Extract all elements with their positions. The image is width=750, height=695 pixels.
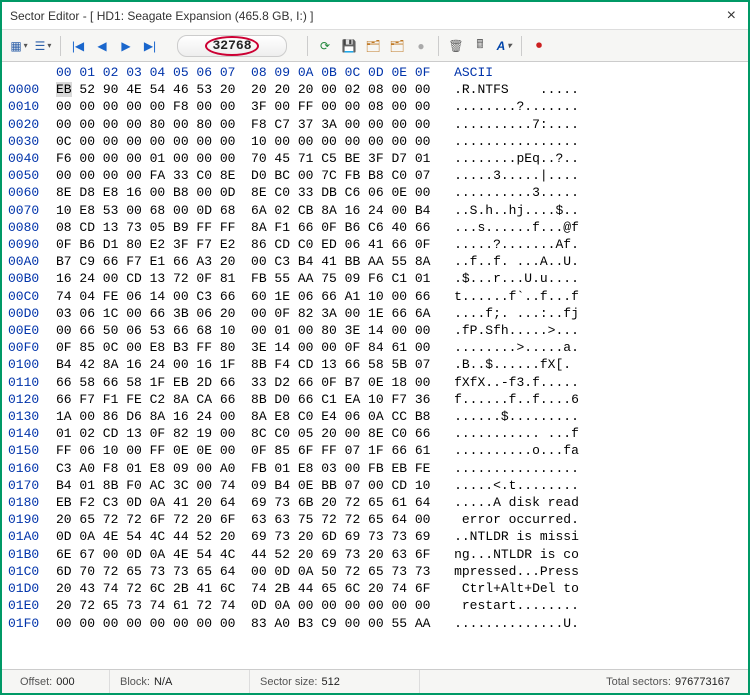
status-offset: Offset: 000 (10, 670, 110, 693)
hex-row: 019020 65 72 72 6F 72 20 6F 63 63 75 72 … (8, 511, 742, 528)
disk-b-button[interactable]: 🗂 (386, 35, 408, 57)
hex-row: 0160C3 A0 F8 01 E8 09 00 A0 FB 01 E8 03 … (8, 460, 742, 477)
last-sector-button[interactable]: ▶| (139, 35, 161, 57)
hex-row: 005000 00 00 00 FA 33 C0 8E D0 BC 00 7C … (8, 167, 742, 184)
status-bar: Offset: 000 Block: N/A Sector size: 512 … (2, 669, 748, 693)
status-sector-size: Sector size: 512 (250, 670, 420, 693)
hex-row: 00B016 24 00 CD 13 72 0F 81 FB 55 AA 75 … (8, 270, 742, 287)
hex-row: 01D020 43 74 72 6C 2B 41 6C 74 2B 44 65 … (8, 580, 742, 597)
separator (521, 36, 522, 56)
hex-viewer[interactable]: 00 01 02 03 04 05 06 07 08 09 0A 0B 0C 0… (2, 62, 748, 669)
separator (307, 36, 308, 56)
hex-row: 007010 E8 53 00 68 00 0D 68 6A 02 CB 8A … (8, 202, 742, 219)
next-sector-button[interactable]: ▶ (115, 35, 137, 57)
hex-row: 01C06D 70 72 65 73 73 65 64 00 0D 0A 50 … (8, 563, 742, 580)
hex-row: 00C074 04 FE 06 14 00 C3 66 60 1E 06 66 … (8, 288, 742, 305)
refresh-button[interactable]: ⟳ (314, 35, 336, 57)
hex-row: 01301A 00 86 D6 8A 16 24 00 8A E8 C0 E4 … (8, 408, 742, 425)
separator (60, 36, 61, 56)
list-dropdown[interactable]: ☰ (32, 35, 54, 57)
hex-header-row: 00 01 02 03 04 05 06 07 08 09 0A 0B 0C 0… (8, 64, 742, 81)
hex-row: 00D003 06 1C 00 66 3B 06 20 00 0F 82 3A … (8, 305, 742, 322)
hex-row: 00E000 66 50 06 53 66 68 10 00 01 00 80 … (8, 322, 742, 339)
hex-row: 01A00D 0A 4E 54 4C 44 52 20 69 73 20 6D … (8, 528, 742, 545)
hex-row: 0150FF 06 10 00 FF 0E 0E 00 0F 85 6F FF … (8, 442, 742, 459)
hex-row: 0180EB F2 C3 0D 0A 41 20 64 69 73 6B 20 … (8, 494, 742, 511)
hex-row: 0100B4 42 8A 16 24 00 16 1F 8B F4 CD 13 … (8, 356, 742, 373)
hex-row: 00F00F 85 0C 00 E8 B3 FF 80 3E 14 00 00 … (8, 339, 742, 356)
hex-row: 01F000 00 00 00 00 00 00 00 83 A0 B3 C9 … (8, 615, 742, 632)
status-total-sectors: Total sectors: 976773167 (420, 670, 740, 693)
hex-row: 00608E D8 E8 16 00 B8 00 0D 8E C0 33 DB … (8, 184, 742, 201)
tag-button[interactable]: ● (410, 35, 432, 57)
title-bar: Sector Editor - [ HD1: Seagate Expansion… (2, 2, 748, 30)
disk-a-button[interactable]: 🗂 (362, 35, 384, 57)
hex-row: 00900F B6 D1 80 E2 3F F7 E2 86 CD C0 ED … (8, 236, 742, 253)
font-dropdown[interactable]: A (493, 35, 515, 57)
hex-row: 002000 00 00 00 80 00 80 00 F8 C7 37 3A … (8, 116, 742, 133)
calc-button[interactable]: 🖩 (469, 35, 491, 57)
view-dropdown[interactable]: ▦ (8, 35, 30, 57)
window-title: Sector Editor - [ HD1: Seagate Expansion… (10, 9, 723, 23)
separator (438, 36, 439, 56)
prev-sector-button[interactable]: ◀ (91, 35, 113, 57)
save-button[interactable]: 💾 (338, 35, 360, 57)
hex-row: 01E020 72 65 73 74 61 72 74 0D 0A 00 00 … (8, 597, 742, 614)
status-block: Block: N/A (110, 670, 250, 693)
hex-row: 01B06E 67 00 0D 0A 4E 54 4C 44 52 20 69 … (8, 546, 742, 563)
hex-row: 008008 CD 13 73 05 B9 FF FF 8A F1 66 0F … (8, 219, 742, 236)
hex-row: 00A0B7 C9 66 F7 E1 66 A3 20 00 C3 B4 41 … (8, 253, 742, 270)
hex-row: 0000EB 52 90 4E 54 46 53 20 20 20 20 00 … (8, 81, 742, 98)
hex-row: 0040F6 00 00 00 01 00 00 00 70 45 71 C5 … (8, 150, 742, 167)
hex-row: 0170B4 01 8B F0 AC 3C 00 74 09 B4 0E BB … (8, 477, 742, 494)
hex-row: 014001 02 CD 13 0F 82 19 00 8C C0 05 20 … (8, 425, 742, 442)
first-sector-button[interactable]: |◀ (67, 35, 89, 57)
record-button[interactable]: ⏺ (528, 35, 550, 57)
close-icon[interactable]: × (723, 7, 740, 25)
hex-row: 011066 58 66 58 1F EB 2D 66 33 D2 66 0F … (8, 374, 742, 391)
hex-row: 00300C 00 00 00 00 00 00 00 10 00 00 00 … (8, 133, 742, 150)
toolbar: ▦ ☰ |◀ ◀ ▶ ▶| 32768 ⟳ 💾 🗂 🗂 ● 🗑 🖩 A ⏺ (2, 30, 748, 62)
trash-button[interactable]: 🗑 (445, 35, 467, 57)
hex-row: 012066 F7 F1 FE C2 8A CA 66 8B D0 66 C1 … (8, 391, 742, 408)
hex-row: 001000 00 00 00 00 F8 00 00 3F 00 FF 00 … (8, 98, 742, 115)
sector-number-input[interactable]: 32768 (177, 35, 287, 57)
